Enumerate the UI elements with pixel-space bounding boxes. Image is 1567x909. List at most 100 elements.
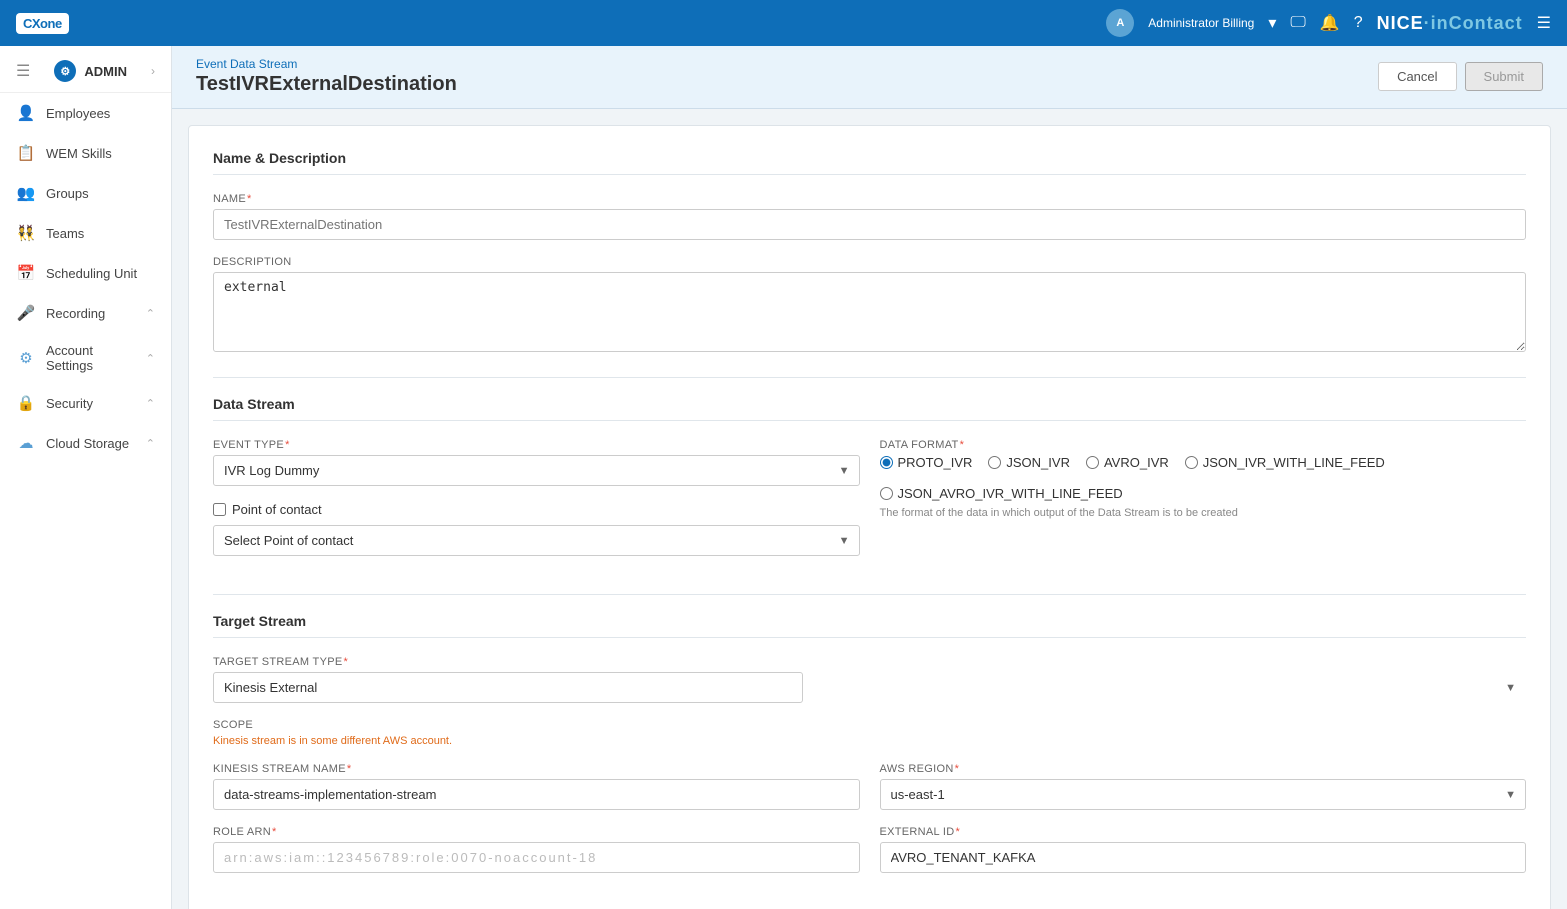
avatar: A	[1106, 9, 1134, 37]
aws-region-select-wrapper: us-east-1 us-east-2 us-west-1 eu-west-1 …	[880, 779, 1527, 810]
admin-label: ⚙ ADMIN	[54, 60, 127, 82]
description-textarea[interactable]: external	[213, 272, 1526, 352]
admin-arrow-icon[interactable]: ›	[151, 64, 155, 78]
sidebar-label-cloud-storage: Cloud Storage	[46, 436, 136, 451]
external-id-field-group: EXTERNAL ID*	[880, 826, 1527, 873]
teams-icon: 👯	[16, 223, 36, 243]
kinesis-name-field-group: KINESIS STREAM NAME*	[213, 763, 860, 810]
format-hint-text: The format of the data in which output o…	[880, 507, 1527, 519]
point-of-contact-checkbox[interactable]	[213, 503, 226, 516]
target-type-field-group: TARGET STREAM TYPE* Kinesis External Kin…	[213, 656, 1526, 703]
page-title: TestIVRExternalDestination	[196, 73, 457, 96]
scope-field-group: SCOPE Kinesis stream is in some differen…	[213, 719, 1526, 747]
aws-region-select[interactable]: us-east-1 us-east-2 us-west-1 eu-west-1	[880, 779, 1527, 810]
target-type-select[interactable]: Kinesis External Kinesis Internal Kafka	[213, 672, 803, 703]
hamburger-icon[interactable]: ☰	[16, 61, 30, 81]
cloud-icon: ☁	[16, 433, 36, 453]
submit-button[interactable]: Submit	[1465, 62, 1543, 91]
chevron-down-icon[interactable]: ▾	[1268, 13, 1276, 33]
point-of-contact-checkbox-label[interactable]: Point of contact	[213, 502, 860, 517]
aws-region-label: AWS REGION*	[880, 763, 1527, 775]
event-type-select[interactable]: IVR Log Dummy Agent Log Contact Log	[213, 455, 860, 486]
sidebar-label-account-settings: Account Settings	[46, 343, 136, 373]
radio-proto-ivr[interactable]: PROTO_IVR	[880, 455, 973, 470]
form-area: Name & Description NAME* DESCRIPTION ext…	[188, 125, 1551, 909]
target-type-select-wrapper: Kinesis External Kinesis Internal Kafka …	[213, 672, 1526, 703]
main-content: Event Data Stream TestIVRExternalDestina…	[172, 46, 1567, 909]
admin-text: ADMIN	[84, 64, 127, 79]
app-layout: ☰ ⚙ ADMIN › 👤 Employees 📋 WEM Skills 👥 G…	[0, 46, 1567, 909]
grid-icon[interactable]: ☰	[1537, 13, 1551, 33]
sidebar-item-wem-skills[interactable]: 📋 WEM Skills	[0, 133, 171, 173]
event-type-column: EVENT TYPE* IVR Log Dummy Agent Log Cont…	[213, 439, 860, 572]
radio-avro-ivr[interactable]: AVRO_IVR	[1086, 455, 1169, 470]
security-chevron-icon: ⌃	[146, 397, 155, 410]
description-field-group: DESCRIPTION external	[213, 256, 1526, 355]
target-type-chevron-icon: ▼	[1505, 682, 1516, 694]
name-input[interactable]	[213, 209, 1526, 240]
sidebar-item-scheduling-unit[interactable]: 📅 Scheduling Unit	[0, 253, 171, 293]
event-type-field-group: EVENT TYPE* IVR Log Dummy Agent Log Cont…	[213, 439, 860, 486]
sidebar: ☰ ⚙ ADMIN › 👤 Employees 📋 WEM Skills 👥 G…	[0, 46, 172, 909]
kinesis-name-label: KINESIS STREAM NAME*	[213, 763, 860, 775]
radio-json-ivr-lf[interactable]: JSON_IVR_WITH_LINE_FEED	[1185, 455, 1385, 470]
radio-json-ivr[interactable]: JSON_IVR	[988, 455, 1070, 470]
target-type-label: TARGET STREAM TYPE*	[213, 656, 1526, 668]
sidebar-item-teams[interactable]: 👯 Teams	[0, 213, 171, 253]
event-type-label: EVENT TYPE*	[213, 439, 860, 451]
sidebar-item-cloud-storage[interactable]: ☁ Cloud Storage ⌃	[0, 423, 171, 463]
top-nav: CXone A Administrator Billing ▾ 🖵 🔔 ? NI…	[0, 0, 1567, 46]
sidebar-label-recording: Recording	[46, 306, 136, 321]
account-settings-chevron-icon: ⌃	[146, 352, 155, 365]
kinesis-aws-row: KINESIS STREAM NAME* AWS REGION* us-east…	[213, 763, 1526, 826]
section-divider-1	[213, 377, 1526, 378]
security-icon: 🔒	[16, 393, 36, 413]
cancel-button[interactable]: Cancel	[1378, 62, 1456, 91]
point-of-contact-group: Point of contact Select Point of contact…	[213, 502, 860, 556]
data-stream-two-col: EVENT TYPE* IVR Log Dummy Agent Log Cont…	[213, 439, 1526, 572]
sidebar-label-wem-skills: WEM Skills	[46, 146, 155, 161]
section-divider-2	[213, 594, 1526, 595]
description-label: DESCRIPTION	[213, 256, 1526, 268]
point-of-contact-select[interactable]: Select Point of contact	[213, 525, 860, 556]
data-format-label: DATA FORMAT*	[880, 439, 1527, 451]
sidebar-label-security: Security	[46, 396, 136, 411]
question-icon[interactable]: ?	[1354, 14, 1363, 32]
kinesis-name-input[interactable]	[213, 779, 860, 810]
bell-icon[interactable]: 🔔	[1320, 13, 1340, 33]
event-type-select-wrapper: IVR Log Dummy Agent Log Contact Log ▼	[213, 455, 860, 486]
header-actions: Cancel Submit	[1378, 62, 1543, 91]
sidebar-label-scheduling-unit: Scheduling Unit	[46, 266, 155, 281]
target-stream-section-title: Target Stream	[213, 613, 1526, 638]
data-format-column: DATA FORMAT* PROTO_IVR JSON_IVR	[880, 439, 1527, 572]
name-description-section-title: Name & Description	[213, 150, 1526, 175]
sidebar-item-groups[interactable]: 👥 Groups	[0, 173, 171, 213]
settings-icon: ⚙	[16, 348, 36, 368]
admin-icon: ⚙	[54, 60, 76, 82]
schedule-icon: 📅	[16, 263, 36, 283]
monitor-icon[interactable]: 🖵	[1290, 14, 1305, 32]
sidebar-item-security[interactable]: 🔒 Security ⌃	[0, 383, 171, 423]
breadcrumb[interactable]: Event Data Stream	[196, 57, 297, 71]
role-arn-field-group: ROLE ARN*	[213, 826, 860, 873]
role-arn-label: ROLE ARN*	[213, 826, 860, 838]
nice-logo: NICE·inContact	[1377, 13, 1523, 34]
sidebar-item-recording[interactable]: 🎤 Recording ⌃	[0, 293, 171, 333]
data-format-radio-group: PROTO_IVR JSON_IVR AVRO_IVR	[880, 455, 1527, 501]
external-id-input[interactable]	[880, 842, 1527, 873]
radio-json-avro-lf[interactable]: JSON_AVRO_IVR_WITH_LINE_FEED	[880, 486, 1123, 501]
scope-label: SCOPE	[213, 719, 1526, 731]
sidebar-item-employees[interactable]: 👤 Employees	[0, 93, 171, 133]
groups-icon: 👥	[16, 183, 36, 203]
point-of-contact-text: Point of contact	[232, 502, 322, 517]
admin-row: ☰ ⚙ ADMIN ›	[0, 46, 171, 93]
aws-region-field-group: AWS REGION* us-east-1 us-east-2 us-west-…	[880, 763, 1527, 810]
skills-icon: 📋	[16, 143, 36, 163]
page-header: Event Data Stream TestIVRExternalDestina…	[172, 46, 1567, 109]
header-left: Event Data Stream TestIVRExternalDestina…	[196, 56, 457, 96]
cloud-storage-chevron-icon: ⌃	[146, 437, 155, 450]
scope-hint: Kinesis stream is in some different AWS …	[213, 735, 1526, 747]
sidebar-item-account-settings[interactable]: ⚙ Account Settings ⌃	[0, 333, 171, 383]
name-field-group: NAME*	[213, 193, 1526, 240]
role-arn-input[interactable]	[213, 842, 860, 873]
